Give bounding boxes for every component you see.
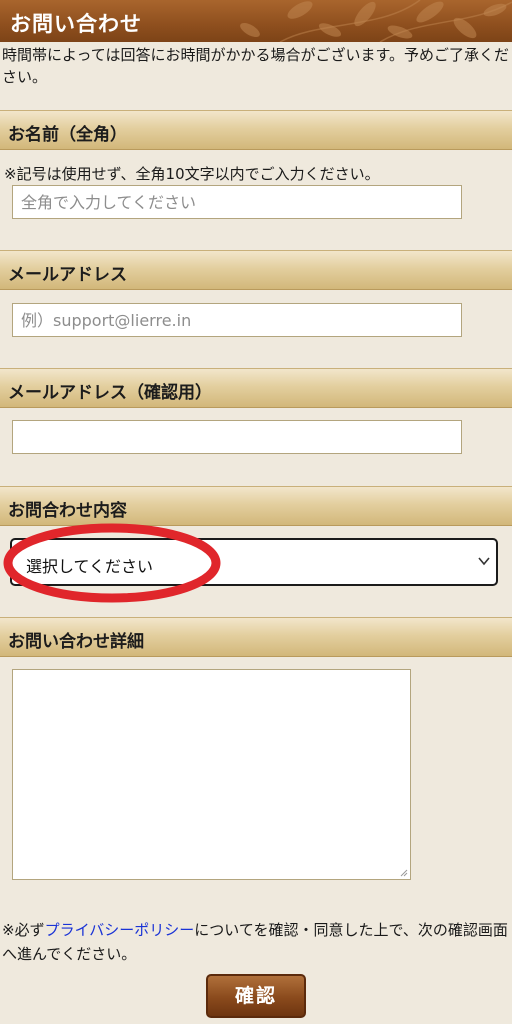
email-label: メールアドレス [8,265,127,285]
inquiry-type-selected: 選択してください [26,557,154,576]
name-label: お名前（全角） [8,125,127,145]
email-confirm-label: メールアドレス（確認用） [8,383,212,403]
details-label: お問い合わせ詳細 [8,632,144,652]
section-email: メールアドレス [0,250,512,290]
email-confirm-field[interactable] [12,420,462,454]
section-details: お問い合わせ詳細 [0,617,512,657]
inquiry-type-label: お問合わせ内容 [8,501,127,521]
chevron-down-icon [478,557,490,566]
privacy-policy-link[interactable]: プライバシーポリシー [45,921,195,939]
name-note: ※記号は使用せず、全角10文字以内でご入力ください。 [4,165,380,183]
details-textarea[interactable] [12,669,411,880]
page-title: お問い合わせ [10,12,142,36]
email-field[interactable] [12,303,462,337]
section-email-confirm: メールアドレス（確認用） [0,368,512,408]
section-inquiry-type: お問合わせ内容 [0,486,512,526]
policy-notice: ※必ずプライバシーポリシーについてを確認・同意した上で、次の確認画面へ進んでくだ… [2,918,510,966]
policy-prefix: ※必ず [2,921,45,939]
confirm-button[interactable]: 確認 [206,974,306,1018]
name-field[interactable] [12,185,462,219]
resize-grip-icon[interactable] [400,869,408,877]
header-bar: お問い合わせ [0,0,512,42]
intro-notice: 時間帯によっては回答にお時間がかかる場合がございます。予めご了承ください。 [2,46,510,86]
section-name: お名前（全角） [0,110,512,150]
inquiry-type-select[interactable]: 選択してください [10,538,498,586]
